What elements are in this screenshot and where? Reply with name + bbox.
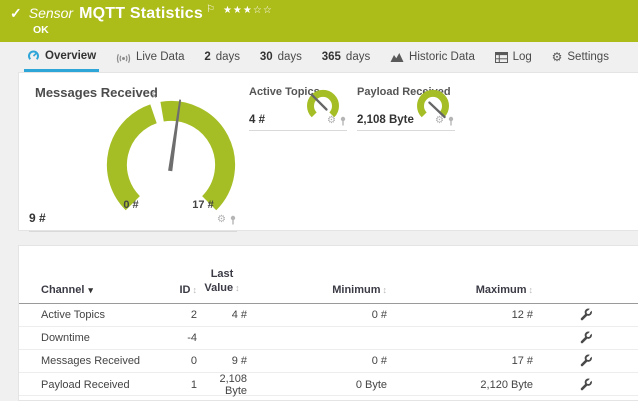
gauge-max-label: 17 # (181, 199, 225, 211)
channel-minimum: 0 # (247, 355, 387, 367)
tab-label: days (278, 51, 302, 63)
channel-settings-wrench-icon[interactable] (579, 354, 592, 367)
sensor-header: ✓ Sensor MQTT Statistics ⚐ ★★★☆☆ OK (0, 0, 638, 42)
tab-settings[interactable]: ⚙ Settings (549, 42, 612, 72)
channel-name: Payload Received (41, 379, 161, 391)
tab-live-data[interactable]: Live Data (113, 42, 188, 72)
tab-number: 2 (204, 51, 210, 63)
tab-historic-data[interactable]: Historic Data (387, 42, 478, 72)
channel-name: Messages Received (41, 355, 161, 367)
channel-name: Downtime (41, 332, 161, 344)
sort-icon: ↕ (529, 285, 534, 295)
antenna-icon (116, 51, 131, 64)
column-header-channel[interactable]: Channel▾ (41, 284, 161, 296)
channel-last-value: 9 # (197, 355, 247, 367)
sort-icon: ↕ (235, 283, 240, 293)
channel-maximum: 12 # (387, 309, 533, 321)
tab-number: 30 (260, 51, 273, 63)
table-row[interactable]: Messages Received 0 9 # 0 # 17 # (19, 350, 638, 373)
tab-365-days[interactable]: 365 days (319, 42, 373, 72)
tab-label: Settings (567, 51, 609, 63)
column-header-id[interactable]: ID↕ (161, 284, 197, 296)
gauge-min-label: 0 # (109, 199, 153, 211)
table-row[interactable]: Downtime -4 (19, 327, 638, 350)
channel-last-value: 2,108 Byte (197, 373, 247, 397)
payload-received-cell: Payload Received 2,108 Byte ⚙ (357, 86, 455, 136)
tab-log[interactable]: Log (492, 42, 535, 72)
channel-id: -4 (161, 332, 197, 344)
channel-name: Active Topics (41, 309, 161, 321)
sort-desc-icon: ▾ (88, 285, 93, 295)
log-table-icon (495, 52, 508, 63)
page-title: MQTT Statistics (79, 5, 203, 23)
payload-received-value: 2,108 Byte (357, 114, 414, 126)
table-header-row: Channel▾ ID↕ Last Value↕ Minimum↕ Maximu… (19, 246, 638, 304)
messages-received-value: 9 # (29, 211, 46, 225)
tab-label: days (346, 51, 370, 63)
status-ok-check-icon: ✓ (10, 5, 22, 22)
channel-last-value: 4 # (197, 309, 247, 321)
channel-maximum: 17 # (387, 355, 533, 367)
channel-maximum: 2,120 Byte (387, 379, 533, 391)
tab-label: days (216, 51, 240, 63)
pin-icon[interactable] (447, 116, 455, 126)
gauge-average-marker: x̄ (152, 90, 157, 100)
column-header-last-value[interactable]: Last Value↕ (197, 268, 247, 296)
gear-icon[interactable]: ⚙ (435, 116, 444, 126)
gear-icon[interactable]: ⚙ (327, 116, 336, 126)
channel-id: 0 (161, 355, 197, 367)
gauge-icon (27, 49, 40, 62)
channel-settings-wrench-icon[interactable] (579, 308, 592, 321)
active-topics-cell: Active Topics 4 # ⚙ (249, 86, 347, 136)
column-header-maximum[interactable]: Maximum↕ (387, 284, 533, 296)
tab-label: Overview (45, 50, 96, 62)
table-row[interactable]: Active Topics 2 4 # 0 # 12 # (19, 304, 638, 327)
channel-id: 1 (161, 379, 197, 391)
gear-icon: ⚙ (552, 51, 563, 63)
tab-2-days[interactable]: 2 days (201, 42, 243, 72)
channels-table-panel: Channel▾ ID↕ Last Value↕ Minimum↕ Maximu… (18, 245, 638, 401)
channel-id: 2 (161, 309, 197, 321)
priority-stars[interactable]: ★★★☆☆ (223, 5, 273, 16)
pin-icon[interactable] (229, 215, 237, 225)
channel-minimum: 0 Byte (247, 379, 387, 391)
active-topics-value: 4 # (249, 114, 265, 126)
tab-label: Historic Data (409, 51, 475, 63)
tab-label: Live Data (136, 51, 185, 63)
tab-overview[interactable]: Overview (24, 42, 99, 72)
tab-number: 365 (322, 51, 341, 63)
flag-icon: ⚐ (206, 4, 215, 15)
object-type-label: Sensor (29, 5, 73, 21)
tab-30-days[interactable]: 30 days (257, 42, 305, 72)
tab-label: Log (513, 51, 532, 63)
table-row[interactable]: Payload Received 1 2,108 Byte 0 Byte 2,1… (19, 373, 638, 396)
channel-minimum: 0 # (247, 309, 387, 321)
area-chart-icon (390, 51, 404, 63)
status-badge: OK (33, 24, 49, 36)
gear-icon[interactable]: ⚙ (217, 215, 226, 225)
pin-icon[interactable] (339, 116, 347, 126)
tab-bar: Overview Live Data 2 days 30 days 365 da… (0, 42, 638, 72)
gauges-panel: Messages Received x̄ 0 # 17 # 9 # ⚙ Acti… (18, 72, 638, 231)
channel-settings-wrench-icon[interactable] (579, 331, 592, 344)
messages-received-footer: 9 # ⚙ (29, 211, 237, 232)
column-header-minimum[interactable]: Minimum↕ (247, 284, 387, 296)
channel-settings-wrench-icon[interactable] (579, 378, 592, 391)
